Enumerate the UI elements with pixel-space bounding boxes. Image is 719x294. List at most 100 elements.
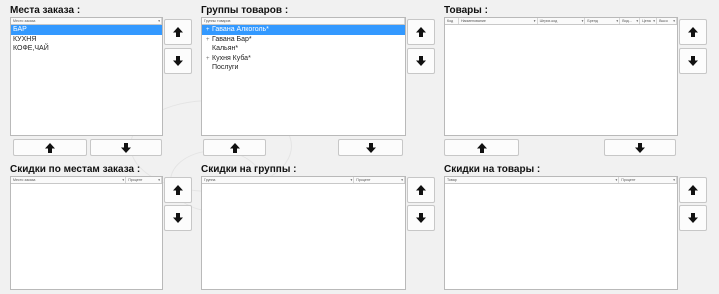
column-header-label: Цена xyxy=(642,19,651,23)
column-dropdown-icon[interactable]: ▾ xyxy=(350,177,352,183)
column-dropdown-icon[interactable]: ▾ xyxy=(673,177,675,183)
product-discounts-title: Скидки на товары : xyxy=(444,164,541,175)
group-discounts-up-button[interactable] xyxy=(407,177,435,203)
column-dropdown-icon[interactable]: ▾ xyxy=(401,177,403,183)
column-header[interactable]: Штрих-код ▾ xyxy=(538,18,586,24)
product-discounts-header: Товар ▾ Процент ▾ xyxy=(445,177,677,184)
arrow-down-icon xyxy=(173,56,183,66)
column-header-label: Процент xyxy=(621,178,636,182)
column-header-percent[interactable]: Процент ▾ xyxy=(619,177,677,183)
tree-item[interactable]: + Гавана Алкоголь* xyxy=(202,25,405,35)
arrow-up-icon xyxy=(173,185,183,195)
column-header-label: Штрих-код xyxy=(539,19,558,23)
column-header[interactable]: Цена ▾ xyxy=(640,18,658,24)
groups-move-down-button[interactable] xyxy=(407,48,435,74)
product-discounts-table[interactable]: Товар ▾ Процент ▾ xyxy=(444,176,678,290)
products-move-up-button[interactable] xyxy=(679,19,707,45)
column-header-label: Вид... xyxy=(622,19,632,23)
products-header: Код Наименование ▾ Штрих-код ▾ Бренд ▾ Вид... ▾ Ц… xyxy=(445,18,677,25)
column-header-label: Процент xyxy=(128,178,143,182)
products-table[interactable]: Код Наименование ▾ Штрих-код ▾ Бренд ▾ Вид... ▾ Ц… xyxy=(444,17,678,136)
column-dropdown-icon[interactable]: ▾ xyxy=(122,177,124,183)
list-item[interactable]: КУХНЯ xyxy=(11,35,162,45)
column-header-percent[interactable]: Процент ▾ xyxy=(354,177,405,183)
column-dropdown-icon[interactable]: ▾ xyxy=(534,18,536,24)
column-dropdown-icon[interactable]: ▾ xyxy=(158,177,160,183)
groups-move-up-button[interactable] xyxy=(407,19,435,45)
tree-item[interactable]: + Гавана Бар* xyxy=(202,35,405,45)
arrow-up-icon xyxy=(688,27,698,37)
arrow-up-icon xyxy=(476,142,487,153)
product-discount-remove-button[interactable] xyxy=(604,139,676,156)
column-header[interactable]: Высо ▾ xyxy=(657,18,677,24)
column-header[interactable]: Группы товаров xyxy=(202,18,405,24)
products-move-down-button[interactable] xyxy=(679,48,707,74)
column-header[interactable]: Вид... ▾ xyxy=(620,18,641,24)
group-discount-add-button[interactable] xyxy=(203,139,266,156)
column-header-group[interactable]: Группа ▾ xyxy=(202,177,355,183)
column-header[interactable]: Наименование ▾ xyxy=(459,18,538,24)
places-list[interactable]: Место заказа ▾ БАР КУХНЯ КОФЕ,ЧАЙ xyxy=(10,17,163,136)
column-header-place[interactable]: Место заказа ▾ xyxy=(11,177,127,183)
tree-item-label: Гавана Алкоголь* xyxy=(212,26,269,33)
column-header-product[interactable]: Товар ▾ xyxy=(445,177,620,183)
product-discounts-up-button[interactable] xyxy=(679,177,707,203)
places-header: Место заказа ▾ xyxy=(11,18,162,25)
column-header[interactable]: Место заказа ▾ xyxy=(11,18,162,24)
place-discounts-header: Место заказа ▾ Процент ▾ xyxy=(11,177,162,184)
group-discounts-table[interactable]: Группа ▾ Процент ▾ xyxy=(201,176,406,290)
arrow-up-icon xyxy=(416,185,426,195)
products-title: Товары : xyxy=(444,5,488,16)
product-discounts-down-button[interactable] xyxy=(679,205,707,231)
place-discounts-down-button[interactable] xyxy=(164,205,192,231)
place-discounts-table[interactable]: Место заказа ▾ Процент ▾ xyxy=(10,176,163,290)
arrow-down-icon xyxy=(416,56,426,66)
list-item[interactable]: БАР xyxy=(11,25,162,35)
tree-item[interactable]: Кальян* xyxy=(202,44,405,54)
arrow-up-icon xyxy=(173,27,183,37)
list-item[interactable]: КОФЕ,ЧАЙ xyxy=(11,44,162,54)
column-dropdown-icon[interactable]: ▾ xyxy=(158,18,160,24)
column-header[interactable]: Код xyxy=(445,18,459,24)
column-dropdown-icon[interactable]: ▾ xyxy=(615,177,617,183)
places-move-down-button[interactable] xyxy=(164,48,192,74)
tree-item[interactable]: + Кухня Куба* xyxy=(202,54,405,64)
groups-header: Группы товаров xyxy=(202,18,405,25)
arrow-down-icon xyxy=(173,213,183,223)
column-header-label: Бренд xyxy=(587,19,598,23)
place-discount-add-button[interactable] xyxy=(13,139,87,156)
arrow-down-icon xyxy=(121,142,131,153)
groups-tree[interactable]: Группы товаров + Гавана Алкоголь* + Гавана … xyxy=(201,17,406,136)
column-header-label: Процент xyxy=(356,178,371,182)
places-move-up-button[interactable] xyxy=(164,19,192,45)
tree-item-label: Гавана Бар* xyxy=(212,35,252,43)
tree-item-label: Кухня Куба* xyxy=(212,54,251,62)
place-discount-remove-button[interactable] xyxy=(90,139,162,156)
group-discount-remove-button[interactable] xyxy=(338,139,403,156)
column-header-label: Место заказа xyxy=(13,178,36,182)
column-header-label: Наименование xyxy=(460,19,486,23)
column-header-percent[interactable]: Процент ▾ xyxy=(126,177,162,183)
place-discounts-up-button[interactable] xyxy=(164,177,192,203)
column-dropdown-icon[interactable]: ▾ xyxy=(636,18,638,24)
arrow-up-icon xyxy=(229,142,240,153)
group-discounts-header: Группа ▾ Процент ▾ xyxy=(202,177,405,184)
column-dropdown-icon[interactable]: ▾ xyxy=(582,18,584,24)
arrow-down-icon xyxy=(365,142,376,153)
arrow-down-icon xyxy=(635,142,645,153)
column-dropdown-icon[interactable]: ▾ xyxy=(616,18,618,24)
groups-title: Группы товаров : xyxy=(201,5,289,16)
arrow-down-icon xyxy=(688,56,698,66)
column-header-label: Место заказа xyxy=(13,19,36,23)
group-discounts-down-button[interactable] xyxy=(407,205,435,231)
tree-item-label: Послуги xyxy=(212,64,239,71)
column-dropdown-icon[interactable]: ▾ xyxy=(673,18,675,24)
column-header-label: Группа xyxy=(204,178,216,182)
arrow-up-icon xyxy=(416,27,426,37)
tree-item-label: Кальян* xyxy=(212,45,239,52)
column-header[interactable]: Бренд ▾ xyxy=(585,18,621,24)
product-discount-add-button[interactable] xyxy=(444,139,519,156)
tree-item[interactable]: Послуги xyxy=(202,63,405,73)
column-header-label: Товар xyxy=(447,178,457,182)
column-dropdown-icon[interactable]: ▾ xyxy=(653,18,655,24)
